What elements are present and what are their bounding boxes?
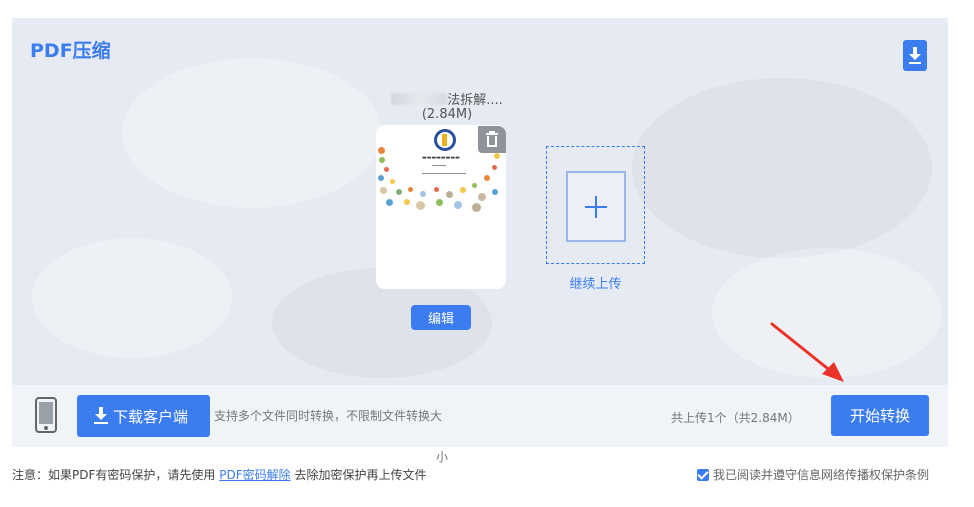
preview-dot bbox=[416, 201, 425, 210]
preview-dot bbox=[436, 199, 443, 206]
bg-texture bbox=[122, 58, 382, 208]
preview-dot bbox=[380, 187, 387, 194]
preview-dot bbox=[396, 189, 402, 195]
file-size: (2.84M) bbox=[421, 107, 473, 122]
document-preview-line bbox=[432, 165, 446, 166]
upload-count: 共上传1个（共2.84M） bbox=[671, 411, 800, 425]
preview-dot bbox=[472, 183, 477, 188]
password-notice: 注意：如果PDF有密码保护，请先使用 PDF密码解除 去除加密保护再上传文件 bbox=[12, 466, 426, 483]
start-convert-button[interactable]: 开始转换 bbox=[831, 395, 929, 436]
preview-dot bbox=[446, 191, 453, 198]
preview-dot bbox=[386, 199, 393, 206]
document-preview-line bbox=[422, 173, 466, 174]
preview-dot bbox=[484, 175, 490, 181]
preview-dot bbox=[384, 167, 389, 172]
download-icon[interactable] bbox=[903, 40, 927, 71]
preview-dot bbox=[454, 201, 462, 209]
document-preview-text: ▬▬▬▬▬▬▬▬ bbox=[422, 155, 460, 161]
preview-dot bbox=[378, 175, 384, 181]
download-client-label: 下载客户端 bbox=[113, 407, 189, 426]
pdf-password-remove-link[interactable]: PDF密码解除 bbox=[219, 468, 290, 482]
support-note-wrap: 小 bbox=[436, 450, 449, 464]
agreement-label[interactable]: 我已阅读并遵守信息网络传播权保护条例 bbox=[713, 468, 929, 482]
preview-dot bbox=[404, 199, 410, 205]
file-name: 法拆解.... bbox=[372, 89, 522, 108]
blurred-filename bbox=[391, 93, 448, 105]
preview-dot bbox=[492, 189, 498, 195]
bg-texture bbox=[632, 78, 932, 258]
annotation-arrow bbox=[770, 322, 844, 382]
preview-dot bbox=[460, 187, 466, 193]
phone-icon bbox=[35, 397, 57, 433]
continue-upload-label[interactable]: 继续上传 bbox=[546, 273, 645, 292]
preview-dot bbox=[379, 157, 385, 163]
download-client-button[interactable]: 下载客户端 bbox=[77, 395, 210, 437]
agreement-checkbox[interactable] bbox=[697, 469, 709, 481]
support-note: 支持多个文件同时转换，不限制文件转换大 bbox=[214, 409, 443, 423]
agreement: 我已阅读并遵守信息网络传播权保护条例 bbox=[697, 466, 929, 483]
download-icon bbox=[94, 407, 108, 425]
preview-dot bbox=[434, 187, 439, 192]
document-logo bbox=[434, 129, 456, 151]
plus-icon[interactable] bbox=[566, 171, 626, 242]
bg-texture bbox=[32, 238, 232, 358]
preview-dot bbox=[420, 191, 426, 197]
notice-suffix: 去除加密保护再上传文件 bbox=[294, 468, 427, 482]
preview-dot bbox=[492, 165, 497, 170]
file-name-suffix: 法拆解.... bbox=[447, 93, 503, 108]
page-title: PDF压缩 bbox=[30, 40, 111, 62]
edit-button[interactable]: 编辑 bbox=[411, 305, 471, 330]
trash-icon[interactable] bbox=[478, 126, 506, 153]
preview-dot bbox=[478, 193, 486, 201]
notice-prefix: 注意：如果PDF有密码保护，请先使用 bbox=[12, 468, 216, 482]
continue-upload-box[interactable] bbox=[546, 146, 645, 264]
preview-dot bbox=[494, 153, 500, 159]
preview-dot bbox=[390, 179, 395, 184]
action-bar: 下载客户端 支持多个文件同时转换，不限制文件转换大 共上传1个（共2.84M） … bbox=[12, 385, 948, 447]
preview-dot bbox=[408, 187, 413, 192]
preview-dot bbox=[378, 147, 385, 154]
preview-dot bbox=[472, 203, 481, 212]
